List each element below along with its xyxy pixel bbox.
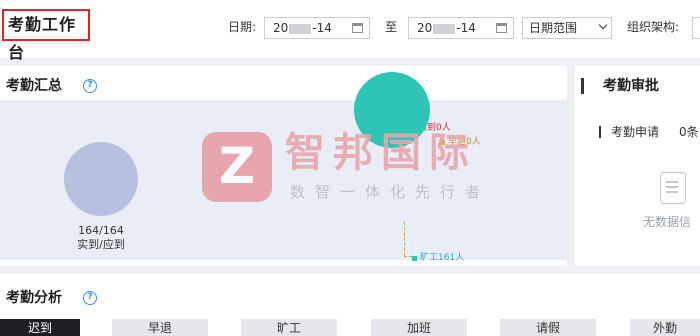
summary-chart-area: 164/164 实到/应到 迟到0人 早退0人 旷工161人 xyxy=(0,100,567,263)
tab-leave[interactable]: 请假 xyxy=(500,319,596,336)
start-date-suffix: -14 xyxy=(312,21,332,35)
absent-legend: 旷工161人 xyxy=(420,253,465,263)
header-bar: 考勤工作台 日期: 20 -14 至 20 -14 日期范围 组织架构: xyxy=(0,0,700,62)
end-date-input[interactable]: 20 -14 xyxy=(408,17,514,39)
start-date-input[interactable]: 20 -14 xyxy=(264,17,370,39)
start-date-prefix: 20 xyxy=(273,21,289,35)
watermark-logo: Z xyxy=(202,132,272,202)
tab-absent[interactable]: 旷工 xyxy=(241,319,337,336)
empty-text: 无数据信 xyxy=(643,215,692,229)
absent-legend-dot xyxy=(412,256,417,261)
approval-title: 考勤审批 xyxy=(603,78,659,94)
tab-overtime[interactable]: 加班 xyxy=(371,319,467,336)
chevron-down-icon xyxy=(598,20,608,30)
attendance-donut xyxy=(64,142,138,216)
tab-late[interactable]: 迟到 xyxy=(0,319,80,336)
page-title: 考勤工作台 xyxy=(2,9,90,62)
apply-label[interactable]: 考勤申请 xyxy=(611,122,659,142)
org-select[interactable] xyxy=(692,17,700,39)
attendance-count-label: 实到/应到 xyxy=(77,238,125,251)
document-icon xyxy=(660,172,686,204)
watermark-name: 智邦国际 xyxy=(285,130,477,176)
leader-line xyxy=(404,256,412,257)
date-range-value: 日期范围 xyxy=(529,21,578,35)
org-label: 组织架构: xyxy=(627,20,680,34)
tab-early-leave[interactable]: 早退 xyxy=(112,319,208,336)
end-date-suffix: -14 xyxy=(456,21,476,35)
analysis-title: 考勤分析 xyxy=(6,290,62,306)
apply-count: 0条 xyxy=(679,125,699,139)
help-icon[interactable]: ? xyxy=(83,291,97,305)
tab-field-work[interactable]: 外勤 xyxy=(630,319,700,336)
attendance-analysis-card: 考勤分析 ? 迟到 早退 旷工 加班 请假 外勤 xyxy=(0,274,700,336)
attendance-count: 164/164 xyxy=(78,224,124,237)
date-range-select[interactable]: 日期范围 xyxy=(522,17,612,39)
date-label: 日期: xyxy=(228,20,257,34)
list-marker xyxy=(599,126,601,138)
calendar-icon[interactable] xyxy=(352,23,363,33)
attendance-approval-card: 考勤审批 考勤申请 0条 无数据信 xyxy=(575,66,700,266)
attendance-summary-card: 考勤汇总 ? 164/164 实到/应到 迟到0人 早退0人 旷工161人 xyxy=(0,66,567,266)
calendar-icon[interactable] xyxy=(496,23,507,33)
section-divider xyxy=(581,78,584,94)
leader-line xyxy=(404,222,405,256)
help-icon[interactable]: ? xyxy=(83,79,97,93)
to-label: 至 xyxy=(385,20,398,34)
watermark-slogan: 数智一体化先行者 xyxy=(290,183,491,201)
watermark-letter: Z xyxy=(218,137,256,195)
end-date-prefix: 20 xyxy=(417,21,433,35)
summary-title: 考勤汇总 xyxy=(6,78,62,94)
